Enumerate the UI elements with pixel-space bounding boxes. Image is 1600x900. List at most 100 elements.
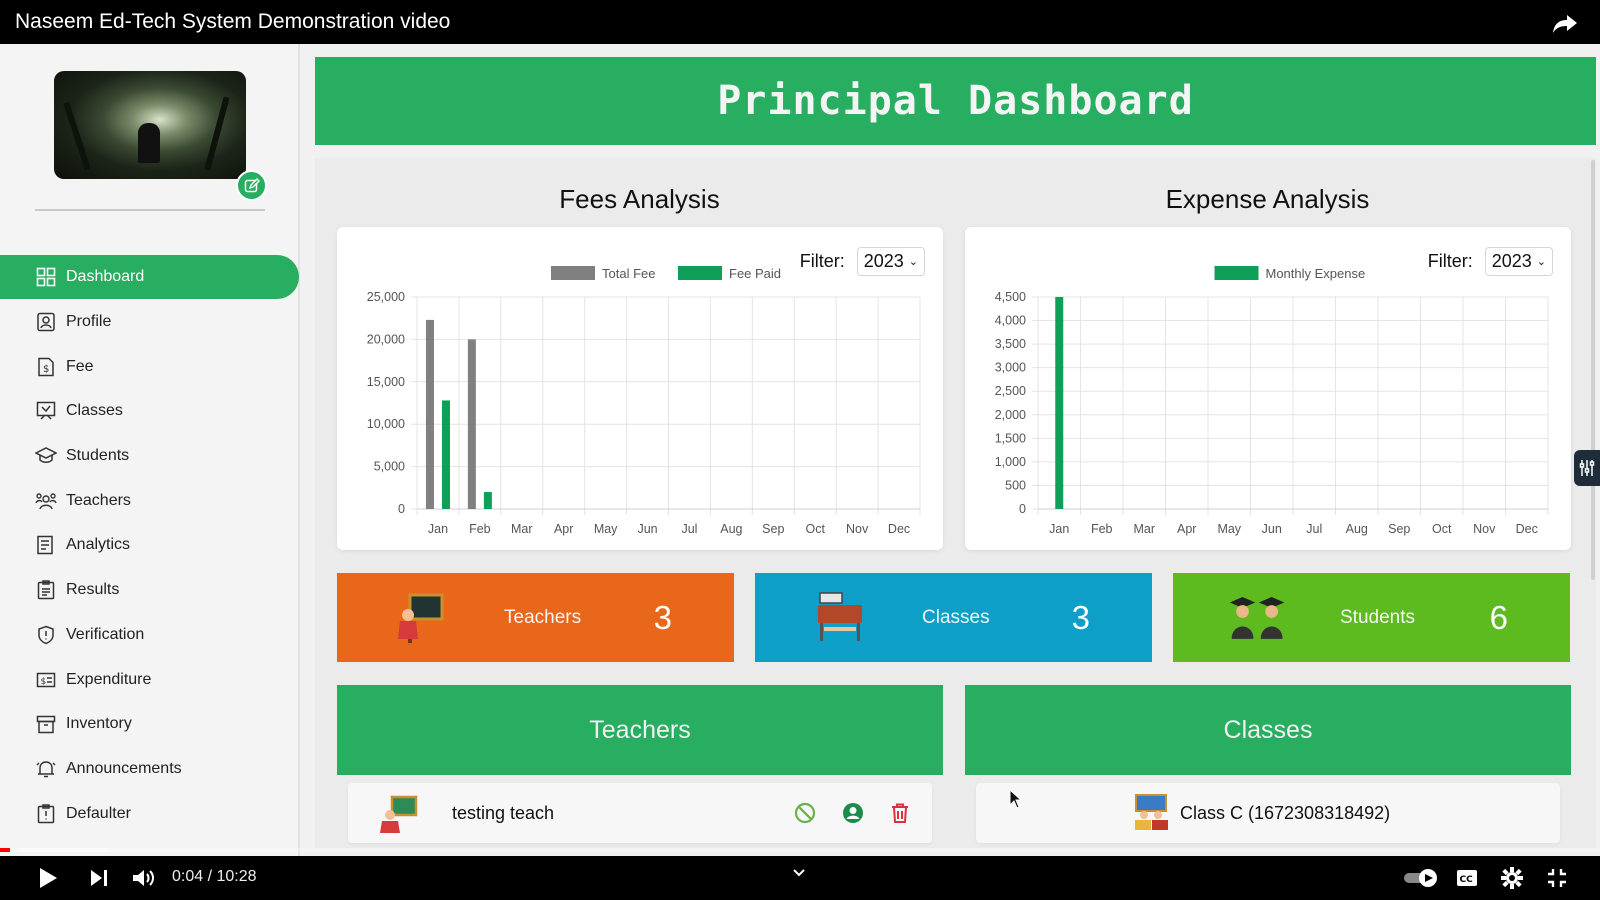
progress-played — [0, 848, 11, 852]
fees-legend-swatch[interactable] — [678, 266, 722, 280]
sidebar-item-label: Teachers — [66, 491, 131, 509]
expense-year-select[interactable]: 2023 ⌄ — [1484, 247, 1553, 276]
user-profile-icon[interactable] — [842, 802, 864, 824]
teachers-stat-card[interactable]: Teachers 3 — [337, 573, 734, 662]
fees-xtick-label: Feb — [469, 522, 491, 536]
fees-legend-swatch[interactable] — [551, 266, 595, 280]
expense-filter-label: Filter: — [1427, 251, 1473, 271]
chevron-down-icon: ⌄ — [908, 256, 918, 268]
mouse-cursor-icon — [1009, 789, 1023, 809]
fees-xtick-label: May — [594, 522, 618, 536]
sidebar-item-profile[interactable]: Profile — [0, 300, 300, 345]
sidebar-item-announcements[interactable]: Announcements — [0, 747, 300, 792]
sidebar-item-label: Fee — [66, 357, 94, 375]
sidebar-item-defaulter[interactable]: Defaulter — [0, 791, 300, 836]
fees-xtick-label: Jul — [681, 522, 697, 536]
expense-legend-label[interactable]: Monthly Expense — [1266, 266, 1366, 281]
expense-xtick-label: Feb — [1091, 522, 1113, 536]
fees-legend-label[interactable]: Total Fee — [602, 266, 655, 281]
player-controls: 0:04 / 10:28 CC — [0, 856, 1600, 900]
sidebar-nav: Dashboard Profile $ Fee Classes Students… — [0, 255, 300, 836]
video-progress-bar[interactable] — [0, 848, 1600, 852]
fees-xtick-label: Sep — [762, 522, 784, 536]
expense-ytick-label: 2,000 — [995, 408, 1026, 422]
sidebar-item-label: Results — [66, 581, 120, 599]
sidebar-item-label: Profile — [66, 313, 112, 331]
students-icon — [35, 445, 57, 467]
expense-ytick-label: 0 — [1019, 502, 1026, 516]
fees-bar[interactable] — [441, 400, 450, 509]
class-name: Class C (1672308318492) — [1180, 802, 1391, 823]
expense-ytick-label: 3,000 — [995, 361, 1026, 375]
expense-xtick-label: Mar — [1133, 522, 1155, 536]
teacher-row[interactable]: testing teach — [348, 783, 932, 843]
fees-xtick-label: Jun — [637, 522, 657, 536]
sidebar-item-dashboard[interactable]: Dashboard — [0, 255, 299, 299]
fees-year-select[interactable]: 2023 ⌄ — [856, 247, 925, 276]
video-title-bar: Naseem Ed-Tech System Demonstration vide… — [0, 0, 1600, 44]
volume-icon[interactable] — [132, 868, 156, 888]
sidebar-item-verification[interactable]: Verification — [0, 613, 300, 658]
expense-xtick-label: Nov — [1473, 522, 1496, 536]
expense-bar[interactable] — [1055, 297, 1064, 509]
sidebar-item-classes[interactable]: Classes — [0, 389, 300, 434]
sidebar-item-analytics[interactable]: Analytics — [0, 523, 300, 568]
sidebar-item-students[interactable]: Students — [0, 434, 300, 479]
fees-bar[interactable] — [483, 492, 492, 509]
fees-ytick-label: 5,000 — [374, 460, 405, 474]
exit-fullscreen-icon[interactable] — [1547, 868, 1567, 888]
autoplay-toggle[interactable] — [1402, 868, 1440, 888]
fees-chart-card: 0 5,000 10,000 15,000 20,000 25,000 Jan Feb Mar A… — [337, 227, 943, 550]
profile-avatar — [54, 71, 246, 179]
chevron-down-icon[interactable] — [792, 868, 806, 878]
edit-avatar-button[interactable] — [236, 170, 267, 201]
teacher-avatar-icon — [380, 795, 418, 833]
analytics-icon — [35, 534, 57, 556]
sidebar-item-expenditure[interactable]: $ Expenditure — [0, 657, 300, 702]
next-icon[interactable] — [89, 869, 109, 887]
expense-xtick-label: Sep — [1388, 522, 1410, 536]
students-stat-value: 6 — [1489, 598, 1508, 636]
fees-filter: Filter: 2023 ⌄ — [800, 247, 925, 276]
class-row[interactable]: Class C (1672308318492) — [976, 783, 1560, 843]
fees-legend-label[interactable]: Fee Paid — [729, 266, 781, 281]
expense-xtick-label: Aug — [1346, 522, 1368, 536]
play-icon[interactable] — [38, 867, 58, 889]
results-icon — [35, 579, 57, 601]
expense-xtick-label: Jun — [1262, 522, 1282, 536]
gear-icon[interactable] — [1501, 867, 1523, 889]
expense-xtick-label: Jan — [1049, 522, 1069, 536]
trash-icon[interactable] — [890, 802, 910, 824]
block-icon[interactable] — [794, 802, 816, 824]
students-stat-card[interactable]: Students 6 — [1173, 573, 1570, 662]
shield-icon — [35, 624, 57, 646]
sidebar-item-results[interactable]: Results — [0, 568, 300, 613]
bell-icon — [35, 758, 57, 780]
fees-plot: 0 5,000 10,000 15,000 20,000 25,000 Jan Feb Mar A… — [367, 290, 921, 536]
teachers-stat-value: 3 — [653, 598, 672, 636]
fees-ytick-label: 25,000 — [367, 290, 405, 304]
fees-bar[interactable] — [467, 339, 476, 509]
svg-text:$: $ — [41, 677, 47, 687]
teachers-panel-header: Teachers — [337, 685, 943, 775]
expense-legend-swatch[interactable] — [1214, 266, 1259, 280]
sidebar-item-fee[interactable]: $ Fee — [0, 344, 300, 389]
sidebar-item-label: Verification — [66, 625, 145, 643]
page-title: Principal Dashboard — [717, 78, 1194, 124]
graduates-icon — [1229, 597, 1285, 639]
fees-xtick-label: Jan — [428, 522, 448, 536]
inventory-icon — [35, 713, 57, 735]
scrollbar[interactable] — [1591, 160, 1595, 580]
progress-buffered — [20, 848, 108, 852]
classes-stat-card[interactable]: Classes 3 — [755, 573, 1152, 662]
captions-icon[interactable]: CC — [1456, 869, 1478, 887]
expense-ytick-label: 1,500 — [995, 431, 1026, 445]
share-icon[interactable] — [1552, 14, 1578, 34]
classes-panel-header: Classes — [965, 685, 1571, 775]
sidebar-item-teachers[interactable]: Teachers — [0, 478, 300, 523]
screen: Naseem Ed-Tech System Demonstration vide… — [0, 0, 1600, 900]
settings-side-tab[interactable] — [1574, 450, 1600, 486]
sidebar-item-inventory[interactable]: Inventory — [0, 702, 300, 747]
video-title[interactable]: Naseem Ed-Tech System Demonstration vide… — [15, 10, 450, 34]
fees-bar[interactable] — [425, 319, 434, 509]
